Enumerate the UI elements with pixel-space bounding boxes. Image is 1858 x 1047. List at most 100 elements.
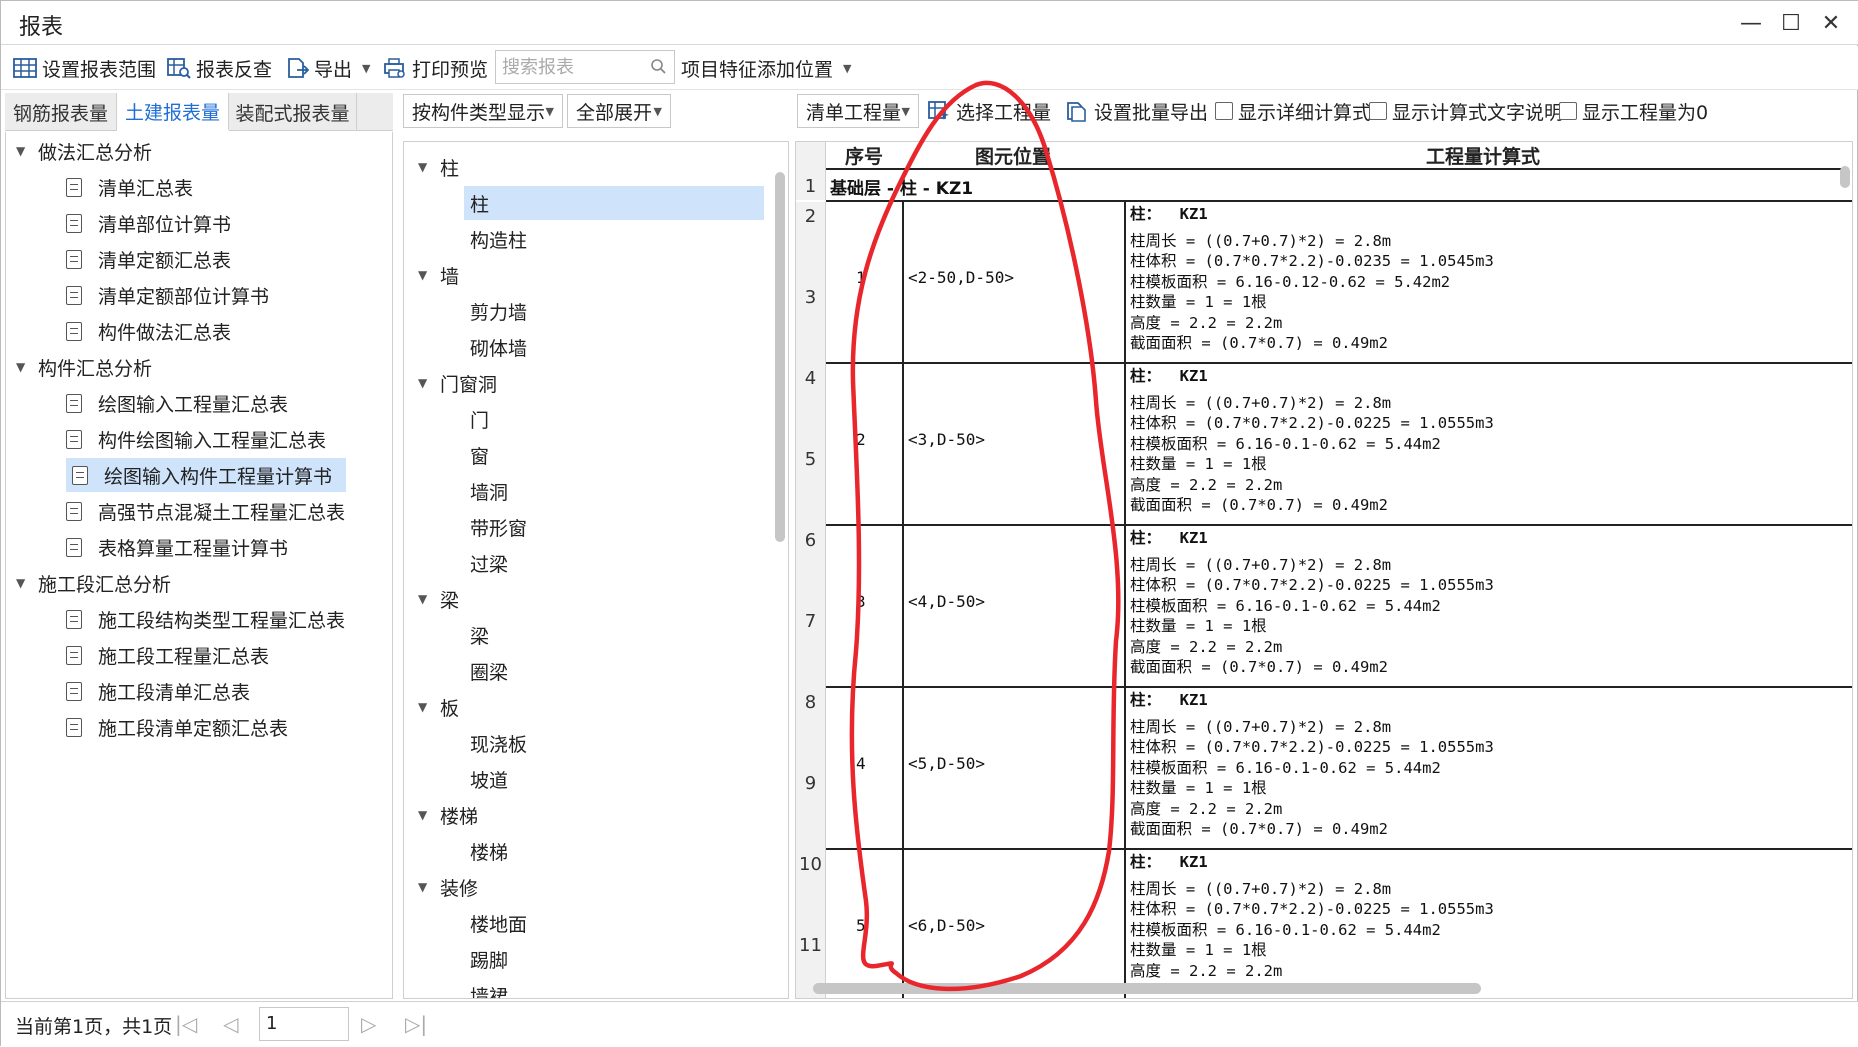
tree-group[interactable]: ▼ 做法汇总分析 (16, 134, 152, 168)
first-page-icon[interactable]: |◁ (175, 1012, 197, 1036)
vertical-scrollbar[interactable] (775, 172, 785, 542)
component-item[interactable]: 梁 (470, 618, 489, 652)
expand-select[interactable]: 全部展开 ▼ (567, 94, 671, 128)
collapse-arrow-icon[interactable]: ▼ (418, 808, 440, 822)
collapse-arrow-icon[interactable]: ▼ (418, 160, 440, 174)
tree-item-selected[interactable]: 绘图输入构件工程量计算书 (66, 458, 346, 492)
tree-item[interactable]: 清单部位计算书 (66, 206, 231, 240)
next-page-icon[interactable]: ▷ (361, 1012, 376, 1036)
component-item[interactable]: 墙洞 (470, 474, 508, 508)
component-item[interactable]: 楼地面 (470, 906, 527, 940)
search-icon[interactable] (650, 58, 666, 78)
component-group[interactable]: ▼ 墙 (418, 258, 459, 292)
component-group[interactable]: ▼ 装修 (418, 870, 478, 904)
component-item[interactable]: 构造柱 (470, 222, 527, 256)
tree-group[interactable]: ▼ 构件汇总分析 (16, 350, 152, 384)
collapse-arrow-icon[interactable]: ▼ (418, 268, 440, 282)
tree-item[interactable]: 施工段结构类型工程量汇总表 (66, 602, 345, 636)
tree-item[interactable]: 构件绘图输入工程量汇总表 (66, 422, 326, 456)
component-item[interactable]: 门 (470, 402, 489, 436)
row-number[interactable]: 2 (796, 202, 826, 230)
tree-item[interactable]: 表格算量工程量计算书 (66, 530, 288, 564)
tree-item[interactable]: 清单定额汇总表 (66, 242, 231, 276)
collapse-arrow-icon[interactable]: ▼ (418, 592, 440, 606)
prev-page-icon[interactable]: ◁ (223, 1012, 238, 1036)
tree-item[interactable]: 构件做法汇总表 (66, 314, 231, 348)
row-number[interactable]: 9 (796, 716, 826, 850)
collapse-arrow-icon[interactable]: ▼ (16, 144, 38, 158)
last-page-icon[interactable]: ▷| (405, 1012, 427, 1036)
column-header-formula[interactable]: 工程量计算式 (1124, 142, 1842, 170)
component-item[interactable]: 现浇板 (470, 726, 527, 760)
component-group[interactable]: ▼ 柱 (418, 150, 459, 184)
checkbox-icon[interactable] (1559, 102, 1577, 120)
component-item[interactable]: 带形窗 (470, 510, 527, 544)
export-dropdown-icon[interactable]: ▼ (362, 62, 370, 75)
display-mode-select[interactable]: 按构件类型显示 ▼ (403, 94, 563, 128)
row-number[interactable]: 11 (796, 878, 826, 998)
collapse-arrow-icon[interactable]: ▼ (418, 880, 440, 894)
tab-rebar-report[interactable]: 钢筋报表量 (5, 93, 117, 131)
row-number[interactable]: 6 (796, 526, 826, 554)
checkbox-icon[interactable] (1215, 102, 1233, 120)
show-zero-checkbox[interactable]: 显示工程量为0 (1559, 95, 1708, 127)
print-preview-button[interactable]: 打印预览 (383, 52, 488, 84)
row-number[interactable]: 10 (796, 850, 826, 878)
component-item[interactable]: 窗 (470, 438, 489, 472)
component-item[interactable]: 剪力墙 (470, 294, 527, 328)
row-number[interactable]: 4 (796, 364, 826, 392)
component-item[interactable]: 砌体墙 (470, 330, 527, 364)
show-detail-checkbox[interactable]: 显示详细计算式 (1215, 95, 1371, 127)
tab-prefab-report[interactable]: 装配式报表量 (229, 93, 357, 131)
tab-civil-report[interactable]: 土建报表量 (117, 93, 229, 131)
row-number[interactable]: 7 (796, 554, 826, 688)
tree-item[interactable]: 施工段清单定额汇总表 (66, 710, 288, 744)
row-number[interactable]: 1 (796, 172, 826, 200)
tree-item[interactable]: 清单汇总表 (66, 170, 193, 204)
grid-vertical-scrollbar[interactable] (1840, 166, 1850, 188)
column-header-no[interactable]: 序号 (826, 142, 902, 170)
collapse-arrow-icon[interactable]: ▼ (16, 576, 38, 590)
row-number[interactable]: 8 (796, 688, 826, 716)
component-item[interactable]: 坡道 (470, 762, 508, 796)
column-header-position[interactable]: 图元位置 (902, 142, 1124, 170)
select-quantity-button[interactable]: 选择工程量 (927, 95, 1051, 127)
tree-item[interactable]: 高强节点混凝土工程量汇总表 (66, 494, 345, 528)
tree-item[interactable]: 清单定额部位计算书 (66, 278, 269, 312)
tree-group[interactable]: ▼ 施工段汇总分析 (16, 566, 171, 600)
maximize-icon[interactable]: ☐ (1771, 7, 1811, 39)
collapse-arrow-icon[interactable]: ▼ (16, 360, 38, 374)
component-item[interactable]: 楼梯 (470, 834, 508, 868)
row-number[interactable]: 3 (796, 230, 826, 364)
export-button[interactable]: 导出 ▼ (285, 52, 370, 84)
component-item[interactable]: 圈梁 (470, 654, 508, 688)
component-group[interactable]: ▼ 楼梯 (418, 798, 478, 832)
report-search[interactable] (495, 50, 675, 84)
collapse-arrow-icon[interactable]: ▼ (418, 376, 440, 390)
tree-item[interactable]: 绘图输入工程量汇总表 (66, 386, 288, 420)
component-item-selected[interactable]: 柱 (464, 186, 764, 220)
reverse-check-button[interactable]: 报表反查 (167, 52, 272, 84)
component-group[interactable]: ▼ 板 (418, 690, 459, 724)
feature-position-dropdown[interactable]: 项目特征添加位置 ▼ (681, 52, 851, 84)
quantity-type-select[interactable]: 清单工程量 ▼ (797, 94, 919, 128)
close-icon[interactable]: ✕ (1811, 7, 1851, 39)
tree-item[interactable]: 施工段清单汇总表 (66, 674, 250, 708)
minimize-icon[interactable]: — (1731, 7, 1771, 39)
select-quantity-label: 选择工程量 (956, 101, 1052, 124)
page-number-input[interactable]: 1 (259, 1007, 349, 1041)
horizontal-scrollbar[interactable] (813, 983, 1481, 994)
show-text-checkbox[interactable]: 显示计算式文字说明 (1369, 95, 1563, 127)
component-item[interactable]: 过梁 (470, 546, 508, 580)
row-number[interactable]: 5 (796, 392, 826, 526)
checkbox-icon[interactable] (1369, 102, 1387, 120)
component-group[interactable]: ▼ 梁 (418, 582, 459, 616)
batch-export-button[interactable]: 设置批量导出 (1065, 95, 1208, 127)
search-input[interactable] (502, 52, 642, 82)
component-item[interactable]: 踢脚 (470, 942, 508, 976)
collapse-arrow-icon[interactable]: ▼ (418, 700, 440, 714)
component-group[interactable]: ▼ 门窗洞 (418, 366, 497, 400)
set-range-button[interactable]: 设置报表范围 (13, 52, 156, 84)
component-item[interactable]: 墙裙 (470, 978, 508, 999)
tree-item[interactable]: 施工段工程量汇总表 (66, 638, 269, 672)
